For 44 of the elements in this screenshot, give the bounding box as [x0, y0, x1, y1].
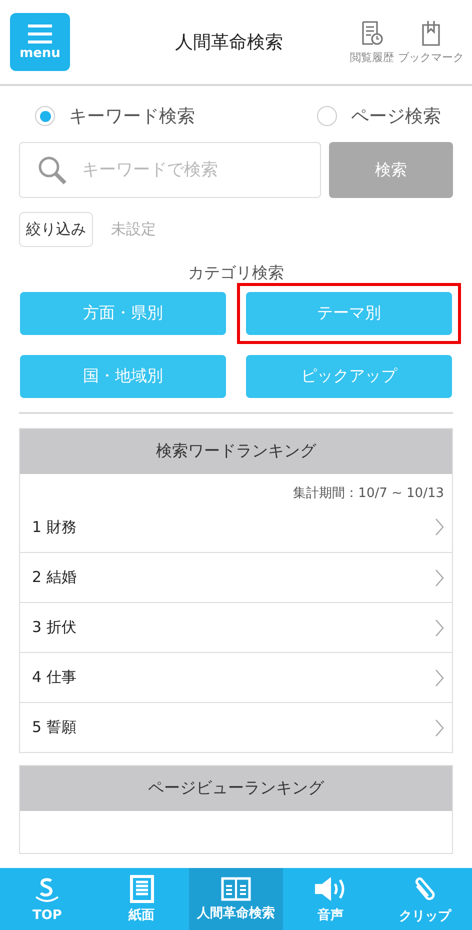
- search-mode-option[interactable]: キーワード検索: [35, 104, 195, 128]
- ranking-word: 1 財務: [32, 518, 76, 536]
- chevron-icon: [435, 668, 444, 686]
- nav-tab[interactable]: 紙面: [94, 868, 189, 930]
- speaker-icon: [313, 874, 348, 902]
- nav-tab[interactable]: クリップ: [378, 868, 472, 930]
- category-button[interactable]: ピックアップ: [246, 355, 452, 398]
- chevron-icon: [435, 568, 444, 586]
- ranking-item[interactable]: 3 折伏: [20, 602, 452, 652]
- search-button[interactable]: 検索: [329, 142, 453, 198]
- filter-value: 未設定: [111, 220, 156, 239]
- ranking-word: 2 結婚: [32, 568, 76, 587]
- history-button[interactable]: 閲覧履歴: [348, 20, 396, 64]
- card-header: 検索ワードランキング: [20, 429, 452, 474]
- filter-button[interactable]: 絞り込み: [19, 212, 93, 247]
- nav-tab[interactable]: 人間革命検索: [188, 868, 284, 930]
- ranking-word: 5 誓願: [32, 718, 76, 737]
- bookmark-icon: [420, 20, 442, 46]
- category-button[interactable]: 国・地域別: [20, 355, 226, 398]
- category-button[interactable]: 方面・県別: [20, 292, 226, 335]
- ranking-item[interactable]: 2 結婚: [20, 552, 452, 602]
- bookmark-button[interactable]: ブックマーク: [396, 20, 466, 64]
- chevron-icon: [435, 518, 444, 536]
- search-field[interactable]: キーワードで検索: [19, 142, 321, 198]
- nav-tab[interactable]: 音声: [283, 868, 378, 930]
- page-title: 人間革命検索: [174, 31, 284, 54]
- chevron-icon: [435, 718, 444, 736]
- nav-tab[interactable]: TOP: [0, 868, 94, 930]
- period-text: 集計期間：10/7 ~ 10/13: [292, 485, 445, 502]
- newspaper-icon: [130, 874, 154, 902]
- card-header: ページビューランキング: [20, 766, 452, 811]
- ranking-item[interactable]: 4 仕事: [20, 652, 452, 702]
- ranking-item[interactable]: 5 誓願: [20, 702, 452, 752]
- search-mode-option[interactable]: ページ検索: [317, 104, 441, 128]
- ranking-word: 4 仕事: [32, 668, 76, 687]
- ranking-item[interactable]: 1 財務: [20, 502, 452, 552]
- section-title: カテゴリ検索: [187, 263, 285, 284]
- menu-button[interactable]: menu: [10, 13, 70, 71]
- history-icon: [361, 20, 383, 46]
- menu-icon: [26, 24, 54, 44]
- category-button[interactable]: テーマ別: [246, 292, 452, 335]
- ranking-word: 3 折伏: [32, 618, 76, 637]
- chevron-icon: [435, 618, 444, 636]
- book-icon: [221, 876, 252, 900]
